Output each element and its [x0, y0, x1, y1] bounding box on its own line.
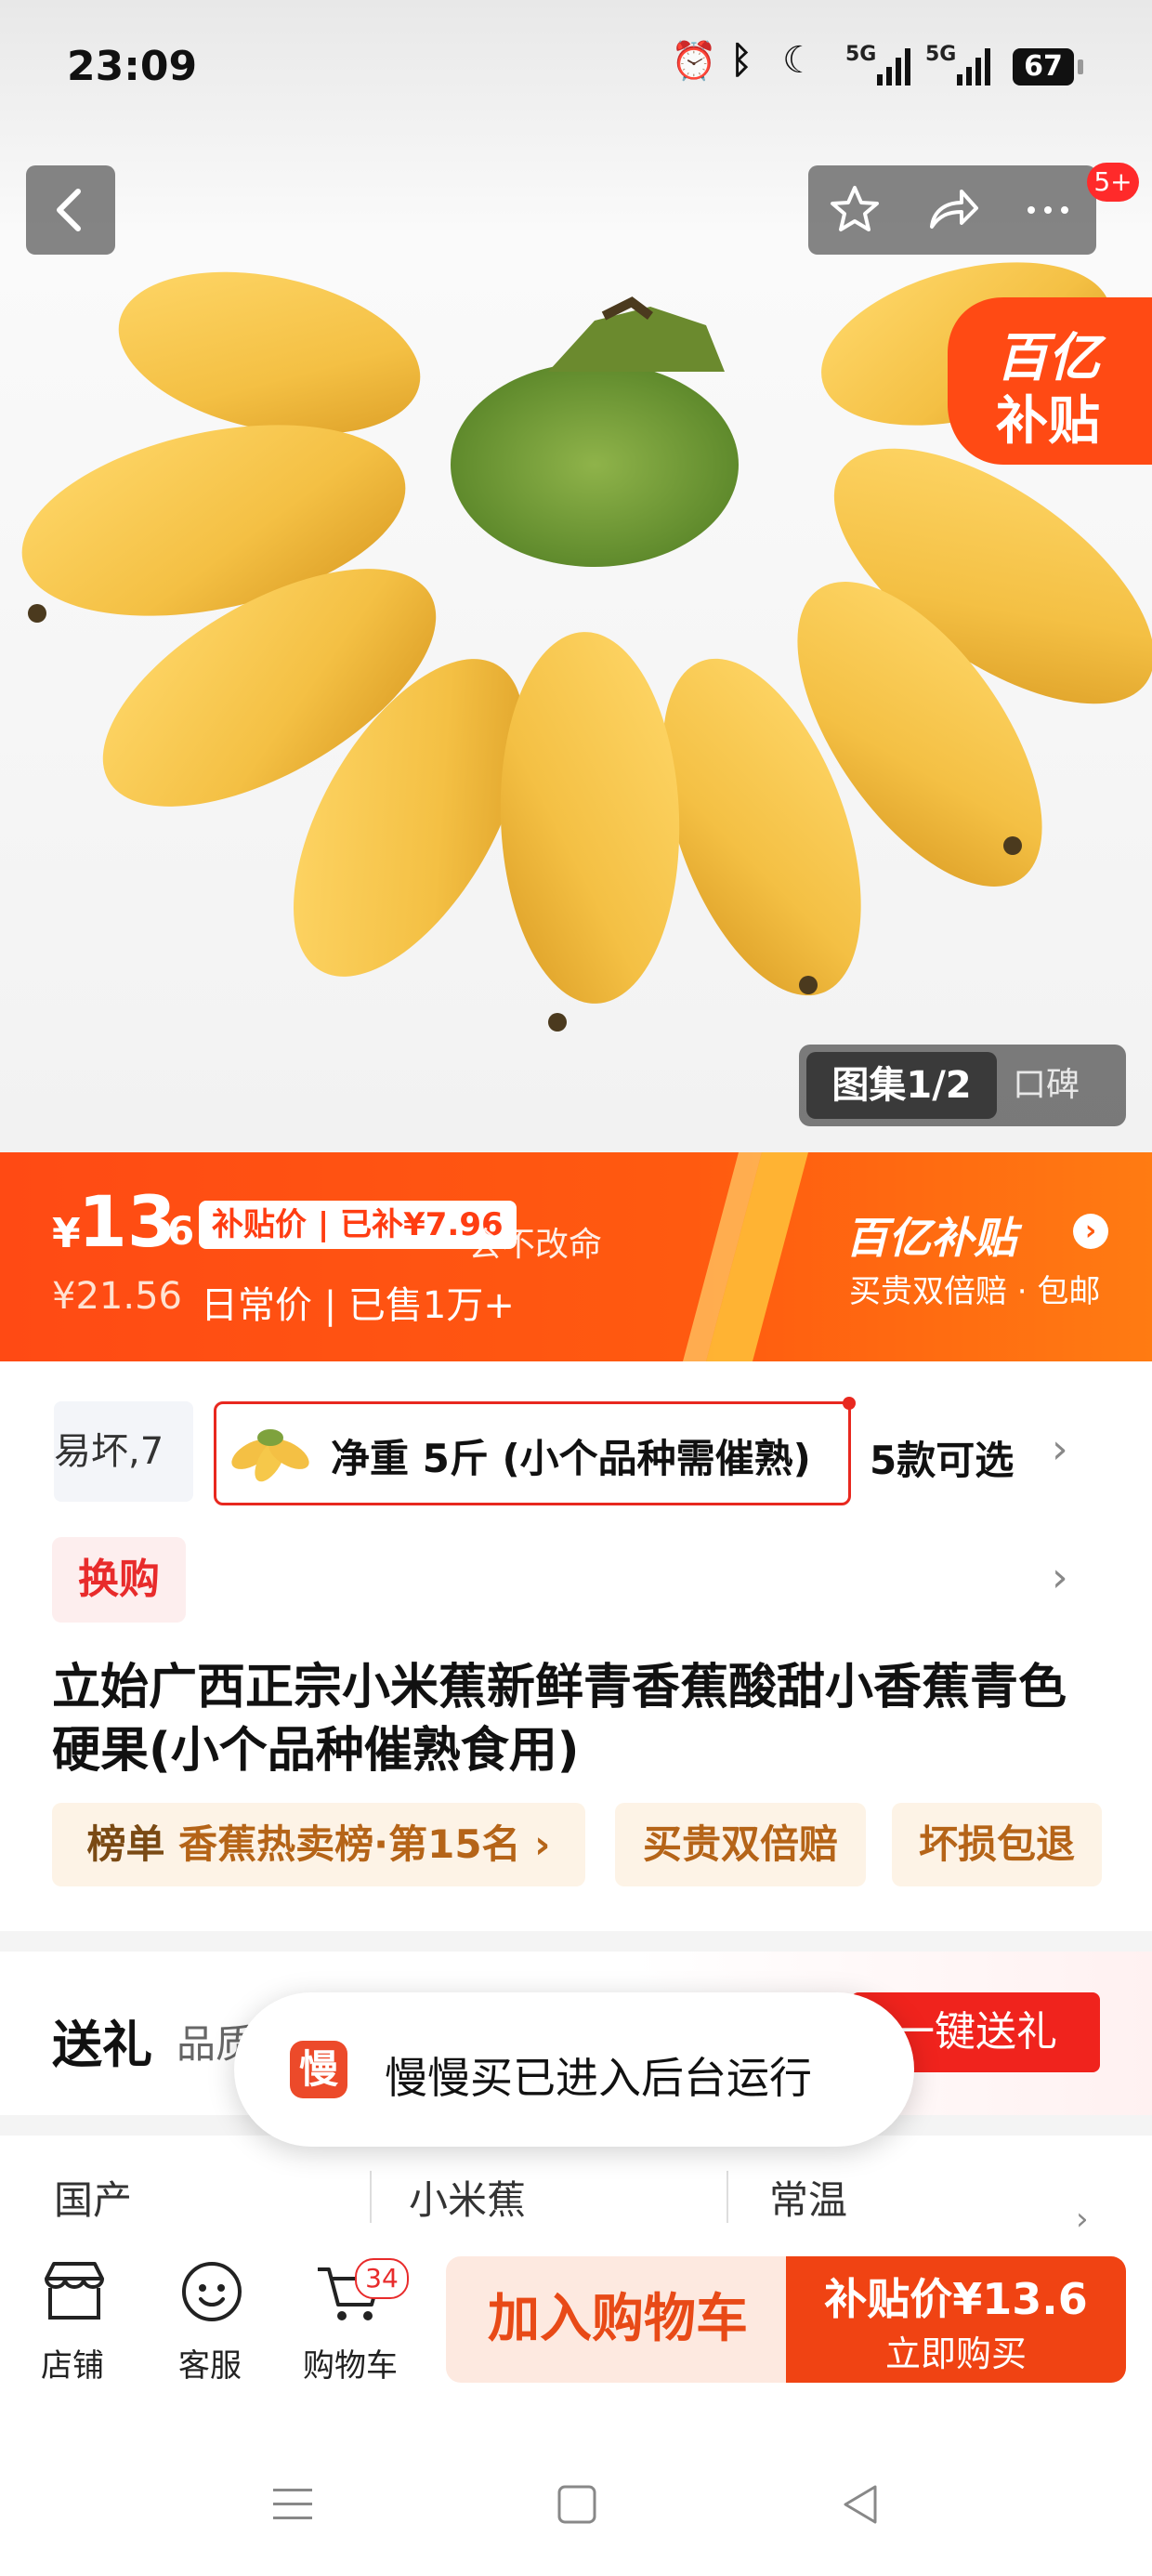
chevron-right-icon: ›	[534, 1821, 551, 1867]
signal-5g-label: 5G	[845, 43, 877, 66]
battery-icon: 67	[1013, 48, 1083, 85]
rank-tag-text: 香蕉热卖榜·第15名	[178, 1821, 521, 1867]
cart-count-badge: 34	[355, 2258, 409, 2299]
subsidy-brand-logo[interactable]: 百亿补贴	[845, 1204, 1016, 1266]
store-label[interactable]: 店铺	[41, 2340, 104, 2385]
back-nav-icon[interactable]	[838, 2483, 881, 2526]
attr-divider	[370, 2171, 372, 2223]
product-title: 立始广西正宗小米蕉新鲜青香蕉酸甜小香蕉青色硬果(小个品种催熟食用)	[52, 1660, 1067, 1779]
alarm-icon: ⏰	[671, 40, 717, 83]
attr-storage: 常温	[769, 2177, 848, 2223]
attr-variety: 小米蕉	[409, 2177, 527, 2223]
buy-now-price[interactable]: 补贴价¥13.6	[786, 2266, 1126, 2327]
store-icon[interactable]	[37, 2256, 111, 2327]
swap-purchase-tag[interactable]: 换购	[52, 1537, 186, 1623]
rank-tag[interactable]: 榜单 香蕉热卖榜·第15名 ›	[52, 1803, 585, 1886]
sku-count[interactable]: 5款可选	[870, 1429, 1014, 1486]
buy-now-label[interactable]: 立即购买	[786, 2325, 1126, 2376]
star-icon[interactable]	[827, 182, 883, 238]
top-actions-bar	[808, 165, 1096, 255]
gift-label: 送礼	[52, 2016, 152, 2074]
section-divider	[0, 1931, 1152, 1952]
attr-divider	[727, 2171, 728, 2223]
signal-bars-icon-2	[957, 48, 990, 85]
signal-bars-icon	[877, 48, 910, 85]
notification-badge: 5+	[1087, 163, 1139, 202]
service-icon[interactable]	[177, 2256, 247, 2327]
selected-dot	[843, 1397, 856, 1410]
toast-text: 慢慢买已进入后台运行	[385, 2053, 812, 2103]
price-decimal: .6	[152, 1208, 195, 1254]
chevron-right-icon[interactable]: ›	[1073, 1214, 1108, 1249]
bluetooth-icon: ᛒ	[730, 39, 753, 82]
sku-selected-label: 净重 5斤 (小个品种需催熟)	[331, 1436, 811, 1481]
moon-icon: ☾	[782, 39, 816, 82]
chevron-right-icon[interactable]: ›	[1052, 1426, 1068, 1473]
subsidy-brand-sub: 买贵双倍赔 · 包邮	[849, 1273, 1101, 1310]
original-price: ¥21.56	[52, 1275, 182, 1318]
overlay-text: 会不改命	[468, 1226, 603, 1264]
subsidy-corner-line2: 补贴	[996, 391, 1100, 452]
sku-option-prev[interactable]: 易坏,7	[54, 1401, 193, 1502]
cart-label[interactable]: 购物车	[303, 2340, 398, 2385]
service-label[interactable]: 客服	[178, 2340, 242, 2385]
chevron-right-icon[interactable]: ›	[1052, 1554, 1068, 1601]
gallery-tab-reviews[interactable]: 口碑	[1013, 1052, 1124, 1119]
status-time: 23:09	[67, 43, 198, 90]
menu-icon[interactable]	[269, 2483, 316, 2526]
guarantee-tag[interactable]: 买贵双倍赔	[615, 1803, 866, 1886]
return-tag[interactable]: 坏损包退	[892, 1803, 1102, 1886]
subsidy-corner-badge: 百亿 补贴	[948, 279, 1152, 483]
chevron-left-icon	[57, 189, 81, 231]
price-currency: ¥	[52, 1210, 81, 1257]
lightning-stripe	[683, 1152, 808, 1361]
home-icon[interactable]	[556, 2483, 598, 2526]
rank-tag-prefix: 榜单	[86, 1821, 165, 1867]
share-icon[interactable]	[924, 182, 980, 238]
gallery-tab-images[interactable]: 图集1/2	[806, 1052, 997, 1119]
attr-origin: 国产	[54, 2177, 133, 2223]
add-to-cart-button[interactable]: 加入购物车	[446, 2256, 790, 2383]
sold-count: 日常价 | 已售1万+	[201, 1284, 515, 1327]
back-button[interactable]	[26, 165, 115, 255]
app-icon: 慢	[290, 2041, 347, 2098]
signal-5g-label-2: 5G	[925, 43, 957, 66]
sku-thumbnail	[231, 1429, 309, 1482]
more-icon[interactable]	[1020, 182, 1076, 238]
chevron-right-icon[interactable]: ›	[1076, 2201, 1089, 2238]
